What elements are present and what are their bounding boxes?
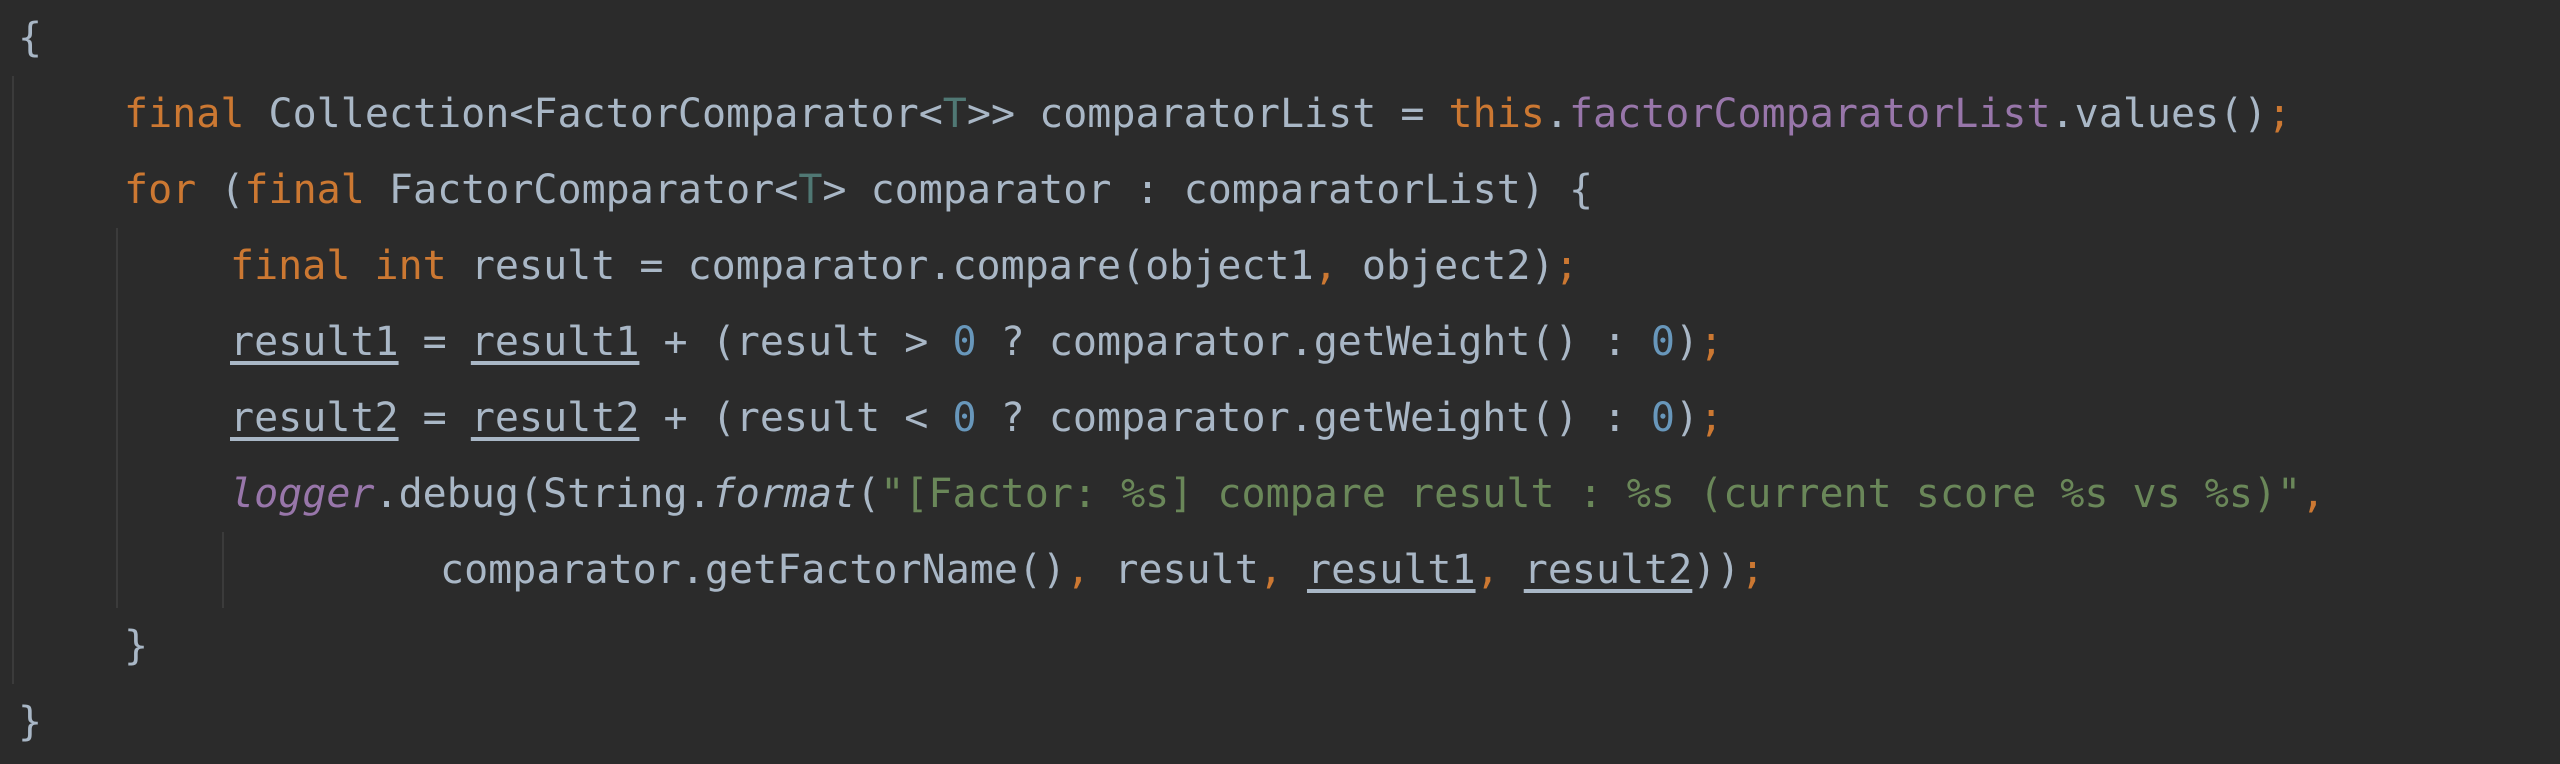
code-token: object2): [1361, 243, 1555, 289]
code-token: + (result <: [639, 395, 953, 441]
code-token: 0: [1650, 319, 1675, 365]
code-token: ,: [1066, 547, 1115, 593]
indent-guide-for-body: [116, 228, 118, 608]
code-line[interactable]: comparator.getFactorName(), result, resu…: [440, 532, 1765, 608]
code-token: 0: [952, 319, 977, 365]
code-token: T: [798, 167, 823, 213]
code-token: (: [856, 471, 881, 517]
code-token: ): [1674, 319, 1700, 365]
code-line[interactable]: result1 = result1 + (result > 0 ? compar…: [230, 304, 1723, 380]
code-token: ;: [1554, 243, 1579, 289]
code-token: ;: [1699, 319, 1724, 365]
code-line[interactable]: {: [18, 0, 42, 76]
code-token: factorComparatorList: [1568, 91, 2051, 137]
code-line[interactable]: }: [124, 608, 148, 684]
code-token: ,: [1475, 547, 1524, 593]
code-token: ;: [1740, 547, 1765, 593]
code-line[interactable]: final int result = comparator.compare(ob…: [230, 228, 1579, 304]
code-token: =: [398, 395, 471, 441]
code-token: > comparator : comparatorList) {: [822, 167, 1594, 213]
code-token: FactorComparator<: [388, 167, 799, 213]
code-token: Collection<FactorComparator<: [268, 91, 943, 137]
code-editor[interactable]: { final Collection<FactorComparator<T>> …: [0, 0, 2560, 764]
code-token: ? comparator.getWeight() :: [976, 319, 1651, 365]
code-token: }: [124, 623, 149, 669]
code-token: ? comparator.getWeight() :: [976, 395, 1651, 441]
code-token: result = comparator.compare(object1: [470, 243, 1314, 289]
code-token: ,: [1258, 547, 1307, 593]
code-token: =: [398, 319, 471, 365]
code-token: comparator.getFactorName(): [440, 547, 1067, 593]
code-line[interactable]: for (final FactorComparator<T> comparato…: [124, 152, 1593, 228]
code-token: (: [220, 167, 245, 213]
code-token: result1: [230, 319, 399, 365]
code-line[interactable]: }: [18, 684, 42, 760]
code-token: 0: [952, 395, 977, 441]
code-token: final: [124, 91, 269, 137]
code-token: this: [1448, 91, 1545, 137]
code-token: final: [230, 243, 375, 289]
code-token: format: [711, 471, 857, 517]
code-token: )): [1692, 547, 1741, 593]
code-token: .values(): [2050, 91, 2268, 137]
code-token: result2: [470, 395, 640, 441]
code-line[interactable]: result2 = result2 + (result < 0 ? compar…: [230, 380, 1723, 456]
code-token: int: [374, 243, 471, 289]
code-token: result: [1114, 547, 1259, 593]
indent-guide-continuation: [222, 532, 224, 608]
code-token: result2: [230, 395, 399, 441]
code-token: + (result >: [639, 319, 953, 365]
code-token: ,: [1313, 243, 1362, 289]
code-token: logger: [230, 471, 375, 517]
code-token: T: [942, 91, 967, 137]
code-token: result1: [470, 319, 640, 365]
code-line[interactable]: final Collection<FactorComparator<T>> co…: [124, 76, 2291, 152]
code-token: ;: [1699, 395, 1724, 441]
code-token: for: [124, 167, 221, 213]
code-token: >> comparatorList =: [966, 91, 1449, 137]
code-token: final: [244, 167, 389, 213]
code-token: {: [18, 15, 43, 61]
code-token: result2: [1523, 547, 1693, 593]
code-token: .: [1544, 91, 1569, 137]
code-token: result1: [1306, 547, 1476, 593]
indent-guide-outer: [12, 76, 14, 684]
code-token: ;: [2267, 91, 2292, 137]
code-token: ): [1674, 395, 1700, 441]
code-token: ,: [2301, 471, 2326, 517]
code-token: "[Factor: %s] compare result : %s (curre…: [880, 471, 2302, 517]
code-line[interactable]: logger.debug(String.format("[Factor: %s]…: [230, 456, 2325, 532]
code-token: 0: [1650, 395, 1675, 441]
code-token: }: [18, 699, 43, 745]
code-token: .debug(String.: [374, 471, 712, 517]
